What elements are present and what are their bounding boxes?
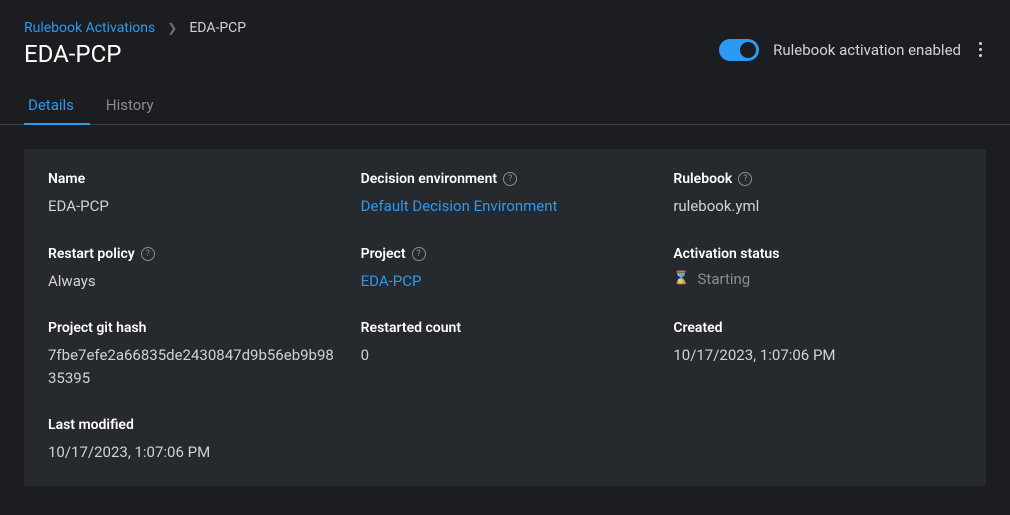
field-project-git-hash-label: Project git hash (48, 320, 337, 336)
field-rulebook: Rulebook ? rulebook.yml (673, 171, 962, 218)
field-name-label: Name (48, 171, 337, 187)
hourglass-icon: ⌛ (673, 271, 689, 286)
field-activation-status: Activation status ⌛ Starting (673, 246, 962, 293)
field-name-value: EDA-PCP (48, 195, 337, 218)
field-restarted-count-label: Restarted count (361, 320, 650, 336)
tab-history[interactable]: History (90, 86, 170, 124)
field-decision-environment-value[interactable]: Default Decision Environment (361, 195, 650, 218)
activation-toggle-label: Rulebook activation enabled (773, 41, 961, 59)
field-activation-status-label: Activation status (673, 246, 962, 262)
help-icon[interactable]: ? (503, 172, 517, 186)
field-created-label: Created (673, 320, 962, 336)
field-decision-environment: Decision environment ? Default Decision … (361, 171, 650, 218)
help-icon[interactable]: ? (738, 172, 752, 186)
tab-details[interactable]: Details (24, 86, 90, 124)
field-rulebook-label: Rulebook ? (673, 171, 962, 187)
details-panel: Name EDA-PCP Decision environment ? Defa… (24, 149, 986, 486)
help-icon[interactable]: ? (412, 247, 426, 261)
field-created-value: 10/17/2023, 1:07:06 PM (673, 344, 962, 367)
activation-toggle[interactable] (719, 39, 759, 61)
activation-toggle-wrap: Rulebook activation enabled (719, 39, 961, 61)
field-rulebook-value: rulebook.yml (673, 195, 962, 218)
field-created: Created 10/17/2023, 1:07:06 PM (673, 320, 962, 389)
field-restart-policy-value: Always (48, 270, 337, 293)
field-restart-policy-label: Restart policy ? (48, 246, 337, 262)
field-project-git-hash: Project git hash 7fbe7efe2a66835de243084… (48, 320, 337, 389)
kebab-menu-icon[interactable] (975, 38, 986, 61)
tabs: Details History (0, 86, 1010, 125)
breadcrumb-current: EDA-PCP (189, 20, 246, 36)
field-restarted-count: Restarted count 0 (361, 320, 650, 389)
field-project-value[interactable]: EDA-PCP (361, 270, 650, 293)
field-decision-environment-label: Decision environment ? (361, 171, 650, 187)
chevron-right-icon: ❯ (167, 21, 177, 35)
field-name: Name EDA-PCP (48, 171, 337, 218)
field-restart-policy: Restart policy ? Always (48, 246, 337, 293)
field-project: Project ? EDA-PCP (361, 246, 650, 293)
field-last-modified: Last modified 10/17/2023, 1:07:06 PM (48, 417, 337, 464)
field-project-git-hash-value: 7fbe7efe2a66835de2430847d9b56eb9b9835395 (48, 344, 337, 389)
field-activation-status-value: ⌛ Starting (673, 270, 962, 288)
help-icon[interactable]: ? (141, 247, 155, 261)
field-project-label: Project ? (361, 246, 650, 262)
field-last-modified-label: Last modified (48, 417, 337, 433)
breadcrumb: Rulebook Activations ❯ EDA-PCP (24, 20, 986, 36)
breadcrumb-parent-link[interactable]: Rulebook Activations (24, 20, 155, 36)
toggle-knob (740, 42, 756, 58)
field-restarted-count-value: 0 (361, 344, 650, 367)
field-last-modified-value: 10/17/2023, 1:07:06 PM (48, 441, 337, 464)
